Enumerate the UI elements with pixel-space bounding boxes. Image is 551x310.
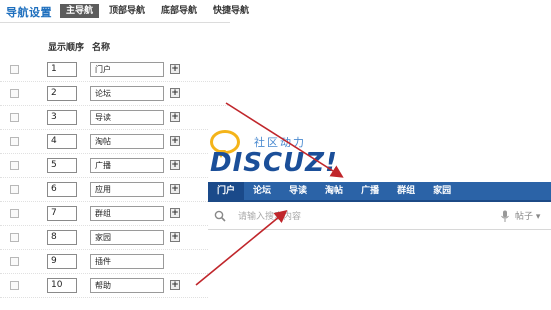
add-subnav-icon[interactable]: + — [170, 136, 180, 146]
tab-top-nav[interactable]: 顶部导航 — [103, 4, 151, 18]
search-type-select[interactable]: 帖子 ▾ — [515, 209, 540, 225]
row-checkbox[interactable] — [10, 113, 19, 122]
name-input[interactable]: 应用 — [90, 182, 164, 197]
nav-item-collection[interactable]: 淘帖 — [316, 182, 352, 200]
order-input[interactable]: 9 — [47, 254, 77, 269]
table-row: 10 帮助 + — [0, 274, 230, 298]
page-title: 导航设置 — [6, 6, 52, 19]
table-row: 9 插件 — [0, 250, 230, 274]
table-row: 5 广播 + — [0, 154, 230, 178]
nav-item-broadcast[interactable]: 广播 — [352, 182, 388, 200]
row-checkbox[interactable] — [10, 137, 19, 146]
add-subnav-icon[interactable]: + — [170, 208, 180, 218]
row-checkbox[interactable] — [10, 209, 19, 218]
name-input[interactable]: 插件 — [90, 254, 164, 269]
search-icon[interactable] — [214, 210, 226, 222]
name-input[interactable]: 群组 — [90, 206, 164, 221]
site-navbar: 门户 论坛 导读 淘帖 广播 群组 家园 — [208, 182, 551, 202]
row-checkbox[interactable] — [10, 233, 19, 242]
name-input[interactable]: 淘帖 — [90, 134, 164, 149]
column-header-name: 名称 — [92, 43, 111, 53]
nav-item-portal[interactable]: 门户 — [208, 182, 245, 200]
order-input[interactable]: 8 — [47, 230, 77, 245]
add-subnav-icon[interactable]: + — [170, 184, 180, 194]
table-row: 1 门户 + — [0, 58, 230, 82]
order-input[interactable]: 7 — [47, 206, 77, 221]
name-input[interactable]: 导读 — [90, 110, 164, 125]
order-input[interactable]: 5 — [47, 158, 77, 173]
nav-tabs: 主导航 顶部导航 底部导航 快捷导航 — [60, 4, 255, 18]
nav-item-group[interactable]: 群组 — [388, 182, 424, 200]
order-input[interactable]: 3 — [47, 110, 77, 125]
order-input[interactable]: 6 — [47, 182, 77, 197]
name-input[interactable]: 论坛 — [90, 86, 164, 101]
tab-bottom-nav[interactable]: 底部导航 — [155, 4, 203, 18]
add-subnav-icon[interactable]: + — [170, 88, 180, 98]
name-input[interactable]: 门户 — [90, 62, 164, 77]
microphone-icon[interactable] — [500, 210, 510, 223]
tab-quick-nav[interactable]: 快捷导航 — [207, 4, 255, 18]
add-subnav-icon[interactable]: + — [170, 160, 180, 170]
table-row: 6 应用 + — [0, 178, 230, 202]
header-divider — [0, 22, 230, 23]
search-input[interactable]: 请输入搜索内容 — [238, 209, 438, 225]
order-input[interactable]: 2 — [47, 86, 77, 101]
table-row: 4 淘帖 + — [0, 130, 230, 154]
row-checkbox[interactable] — [10, 65, 19, 74]
add-subnav-icon[interactable]: + — [170, 112, 180, 122]
nav-item-home[interactable]: 家园 — [424, 182, 460, 200]
chevron-down-icon: ▾ — [535, 212, 541, 222]
table-row: 7 群组 + — [0, 202, 230, 226]
add-subnav-icon[interactable]: + — [170, 232, 180, 242]
row-checkbox[interactable] — [10, 257, 19, 266]
search-type-label: 帖子 — [515, 212, 534, 222]
row-checkbox[interactable] — [10, 185, 19, 194]
search-bar: 请输入搜索内容 帖子 ▾ — [208, 204, 551, 230]
table-row: 3 导读 + — [0, 106, 230, 130]
order-input[interactable]: 10 — [47, 278, 77, 293]
tab-main-nav[interactable]: 主导航 — [60, 4, 100, 18]
order-input[interactable]: 4 — [47, 134, 77, 149]
nav-item-guide[interactable]: 导读 — [280, 182, 316, 200]
name-input[interactable]: 广播 — [90, 158, 164, 173]
column-header-order: 显示顺序 — [48, 43, 85, 53]
table-row: 8 家园 + — [0, 226, 230, 250]
row-checkbox[interactable] — [10, 161, 19, 170]
add-subnav-icon[interactable]: + — [170, 64, 180, 74]
row-checkbox[interactable] — [10, 89, 19, 98]
add-subnav-icon[interactable]: + — [170, 280, 180, 290]
table-row: 2 论坛 + — [0, 82, 230, 106]
name-input[interactable]: 家园 — [90, 230, 164, 245]
nav-item-forum[interactable]: 论坛 — [244, 182, 280, 200]
order-input[interactable]: 1 — [47, 62, 77, 77]
discuz-preview: 社区动力 DISCUZ! 门户 论坛 导读 淘帖 广播 群组 家园 请输入搜索内… — [208, 122, 551, 310]
row-checkbox[interactable] — [10, 281, 19, 290]
site-logo[interactable]: DISCUZ! — [210, 148, 338, 178]
name-input[interactable]: 帮助 — [90, 278, 164, 293]
